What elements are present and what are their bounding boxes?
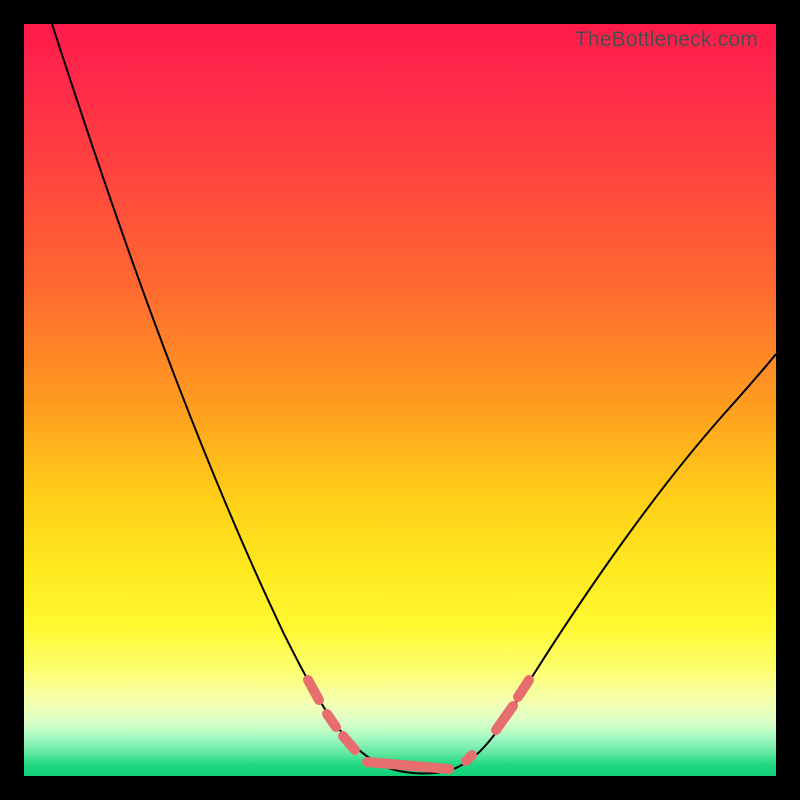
gradient-plot-area: TheBottleneck.com: [24, 24, 776, 776]
bottleneck-curve: [52, 24, 776, 773]
optimal-band-left-3: [343, 736, 355, 750]
optimal-band-right-1: [496, 706, 513, 730]
optimal-band-left-1: [308, 680, 319, 700]
optimal-band-bottom: [367, 762, 449, 769]
outer-frame: TheBottleneck.com: [0, 0, 800, 800]
optimal-band-left-2: [327, 714, 336, 727]
optimal-band-right-2: [518, 680, 529, 697]
optimal-band-right-dot: [466, 755, 472, 761]
curve-layer: [24, 24, 776, 776]
